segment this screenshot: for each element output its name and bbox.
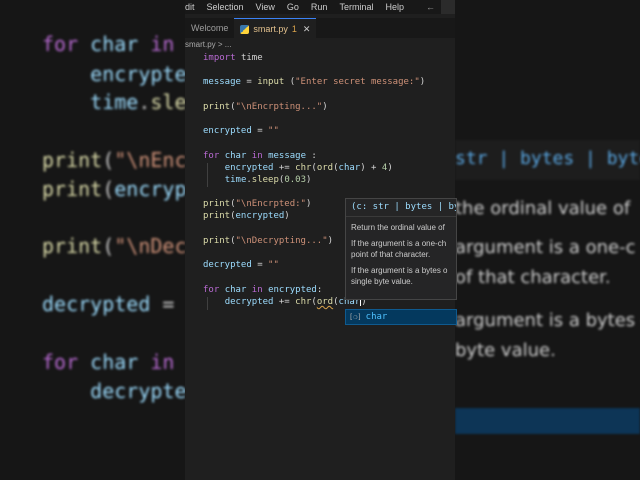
back-arrow-icon[interactable]: ← — [426, 2, 435, 12]
problem-count-badge: 1 — [291, 24, 297, 34]
python-file-icon — [240, 24, 250, 34]
bg-line: encrypted — [90, 62, 185, 86]
background-blur-right: str | bytes | byte the ordinal value of … — [455, 0, 640, 480]
command-center[interactable] — [441, 0, 455, 14]
code-line: encrypted += chr(ord(char) + 4) — [224, 162, 393, 173]
autocomplete-item[interactable]: [❍] char — [345, 309, 457, 325]
code-line: import time — [203, 53, 263, 63]
menu-run[interactable]: Run — [311, 2, 328, 12]
background-blur-left: for char in m encrypted time.slee print(… — [0, 0, 185, 480]
menu-terminal[interactable]: Terminal — [339, 2, 373, 12]
bg-line: decrypted = — [42, 292, 185, 316]
menu-selection[interactable]: Selection — [207, 2, 244, 12]
doc-paragraph: If the argument is a bytes o single byte … — [351, 266, 448, 286]
tab-smart-py[interactable]: smart.py 1 ✕ — [234, 18, 317, 39]
menu-edit[interactable]: dit — [185, 2, 195, 12]
menu-help[interactable]: Help — [385, 2, 404, 12]
variable-icon: [❍] — [349, 313, 362, 321]
code-line: for char in message : — [203, 150, 317, 161]
menu-go[interactable]: Go — [287, 2, 299, 12]
bg-line: byte value. — [455, 340, 556, 361]
bg-line: decrypted — [90, 379, 185, 403]
tab-label: Welcome — [191, 23, 229, 33]
doc-paragraph: If the argument is a one-ch point of that… — [351, 239, 447, 259]
tab-bar: Welcome smart.py 1 ✕ — [185, 18, 455, 39]
bg-line: of that character. — [455, 267, 611, 288]
bg-line: argument is a bytes o — [455, 310, 640, 331]
menu-bar: dit Selection View Go Run Terminal Help … — [185, 0, 455, 14]
menu-view[interactable]: View — [256, 2, 275, 12]
bg-line: for char in m — [42, 32, 175, 56]
bg-line: argument is a one-c — [455, 237, 636, 258]
autocomplete-label: char — [365, 312, 388, 322]
bg-line: print(encrypt — [42, 177, 185, 201]
signature-hover-popup: (c: str | bytes | byte Return the ordina… — [345, 198, 457, 300]
tab-welcome[interactable]: Welcome — [185, 18, 234, 38]
bg-line: for char in e — [42, 350, 175, 374]
bg-line: the ordinal value of — [455, 198, 631, 219]
tab-label: smart.py — [253, 24, 288, 34]
function-signature: (c: str | bytes | byte — [346, 199, 456, 217]
code-line: encrypted = "" — [203, 126, 279, 137]
close-icon[interactable]: ✕ — [303, 24, 311, 35]
breadcrumb[interactable]: smart.py > ... — [185, 40, 231, 52]
bg-line: time.slee — [90, 90, 185, 114]
code-line: message = input ("Enter secret message:"… — [203, 77, 426, 88]
doc-description: Return the ordinal value of — [351, 223, 445, 232]
code-line: print("\nEncrpting...") — [203, 101, 328, 112]
bg-line: print("\nDecr — [42, 234, 185, 258]
bg-line: str | bytes | byte — [455, 148, 640, 169]
bg-line: print("\nEncr — [42, 148, 185, 172]
code-line: time.sleep(0.03) — [224, 174, 312, 185]
